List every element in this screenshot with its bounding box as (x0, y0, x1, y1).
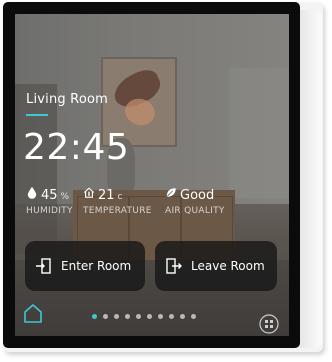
humidity-stat: 45 % HUMIDITY (26, 186, 73, 216)
humidity-label: HUMIDITY (26, 206, 73, 216)
device-side-edge (300, 10, 322, 348)
air-quality-value: Good (180, 188, 215, 203)
smart-panel-device: Living Room 22:45 45 % HUMIDITY 21 c TEM… (3, 2, 323, 352)
leaf-icon (166, 188, 176, 197)
enter-room-label: Enter Room (61, 259, 132, 273)
leave-room-button[interactable]: Leave Room (155, 241, 277, 291)
page-dot[interactable] (147, 314, 152, 319)
page-dot[interactable] (136, 314, 141, 319)
air-quality-stat: Good AIR QUALITY (165, 186, 225, 216)
humidity-unit: % (60, 192, 70, 202)
room-title: Living Room (26, 92, 109, 107)
water-drop-icon (27, 186, 37, 199)
home-icon[interactable] (23, 302, 43, 324)
apps-grid-icon[interactable] (259, 314, 279, 334)
background-window (229, 68, 289, 198)
enter-room-button[interactable]: Enter Room (25, 241, 145, 291)
device-bezel: Living Room 22:45 45 % HUMIDITY 21 c TEM… (3, 2, 300, 348)
page-dot[interactable] (92, 314, 97, 319)
leave-door-icon (166, 258, 182, 274)
temperature-stat: 21 c TEMPERATURE (83, 186, 152, 216)
room-title-underline (26, 114, 48, 116)
leave-room-label: Leave Room (191, 259, 265, 273)
page-dot[interactable] (125, 314, 130, 319)
background-door (15, 84, 57, 254)
page-dot[interactable] (158, 314, 163, 319)
page-dot[interactable] (114, 314, 119, 319)
page-dot[interactable] (180, 314, 185, 319)
page-dot[interactable] (191, 314, 196, 319)
page-indicator[interactable] (92, 314, 196, 319)
humidity-value: 45 (41, 188, 58, 203)
temperature-label: TEMPERATURE (83, 206, 152, 216)
temperature-unit: c (117, 192, 123, 202)
temperature-value: 21 (98, 188, 115, 203)
clock-time: 22:45 (23, 127, 130, 168)
page-dot[interactable] (103, 314, 108, 319)
air-quality-label: AIR QUALITY (165, 206, 225, 216)
home-thermometer-icon (83, 187, 95, 198)
touch-screen[interactable]: Living Room 22:45 45 % HUMIDITY 21 c TEM… (15, 14, 289, 336)
enter-door-icon (36, 258, 51, 274)
page-dot[interactable] (169, 314, 174, 319)
